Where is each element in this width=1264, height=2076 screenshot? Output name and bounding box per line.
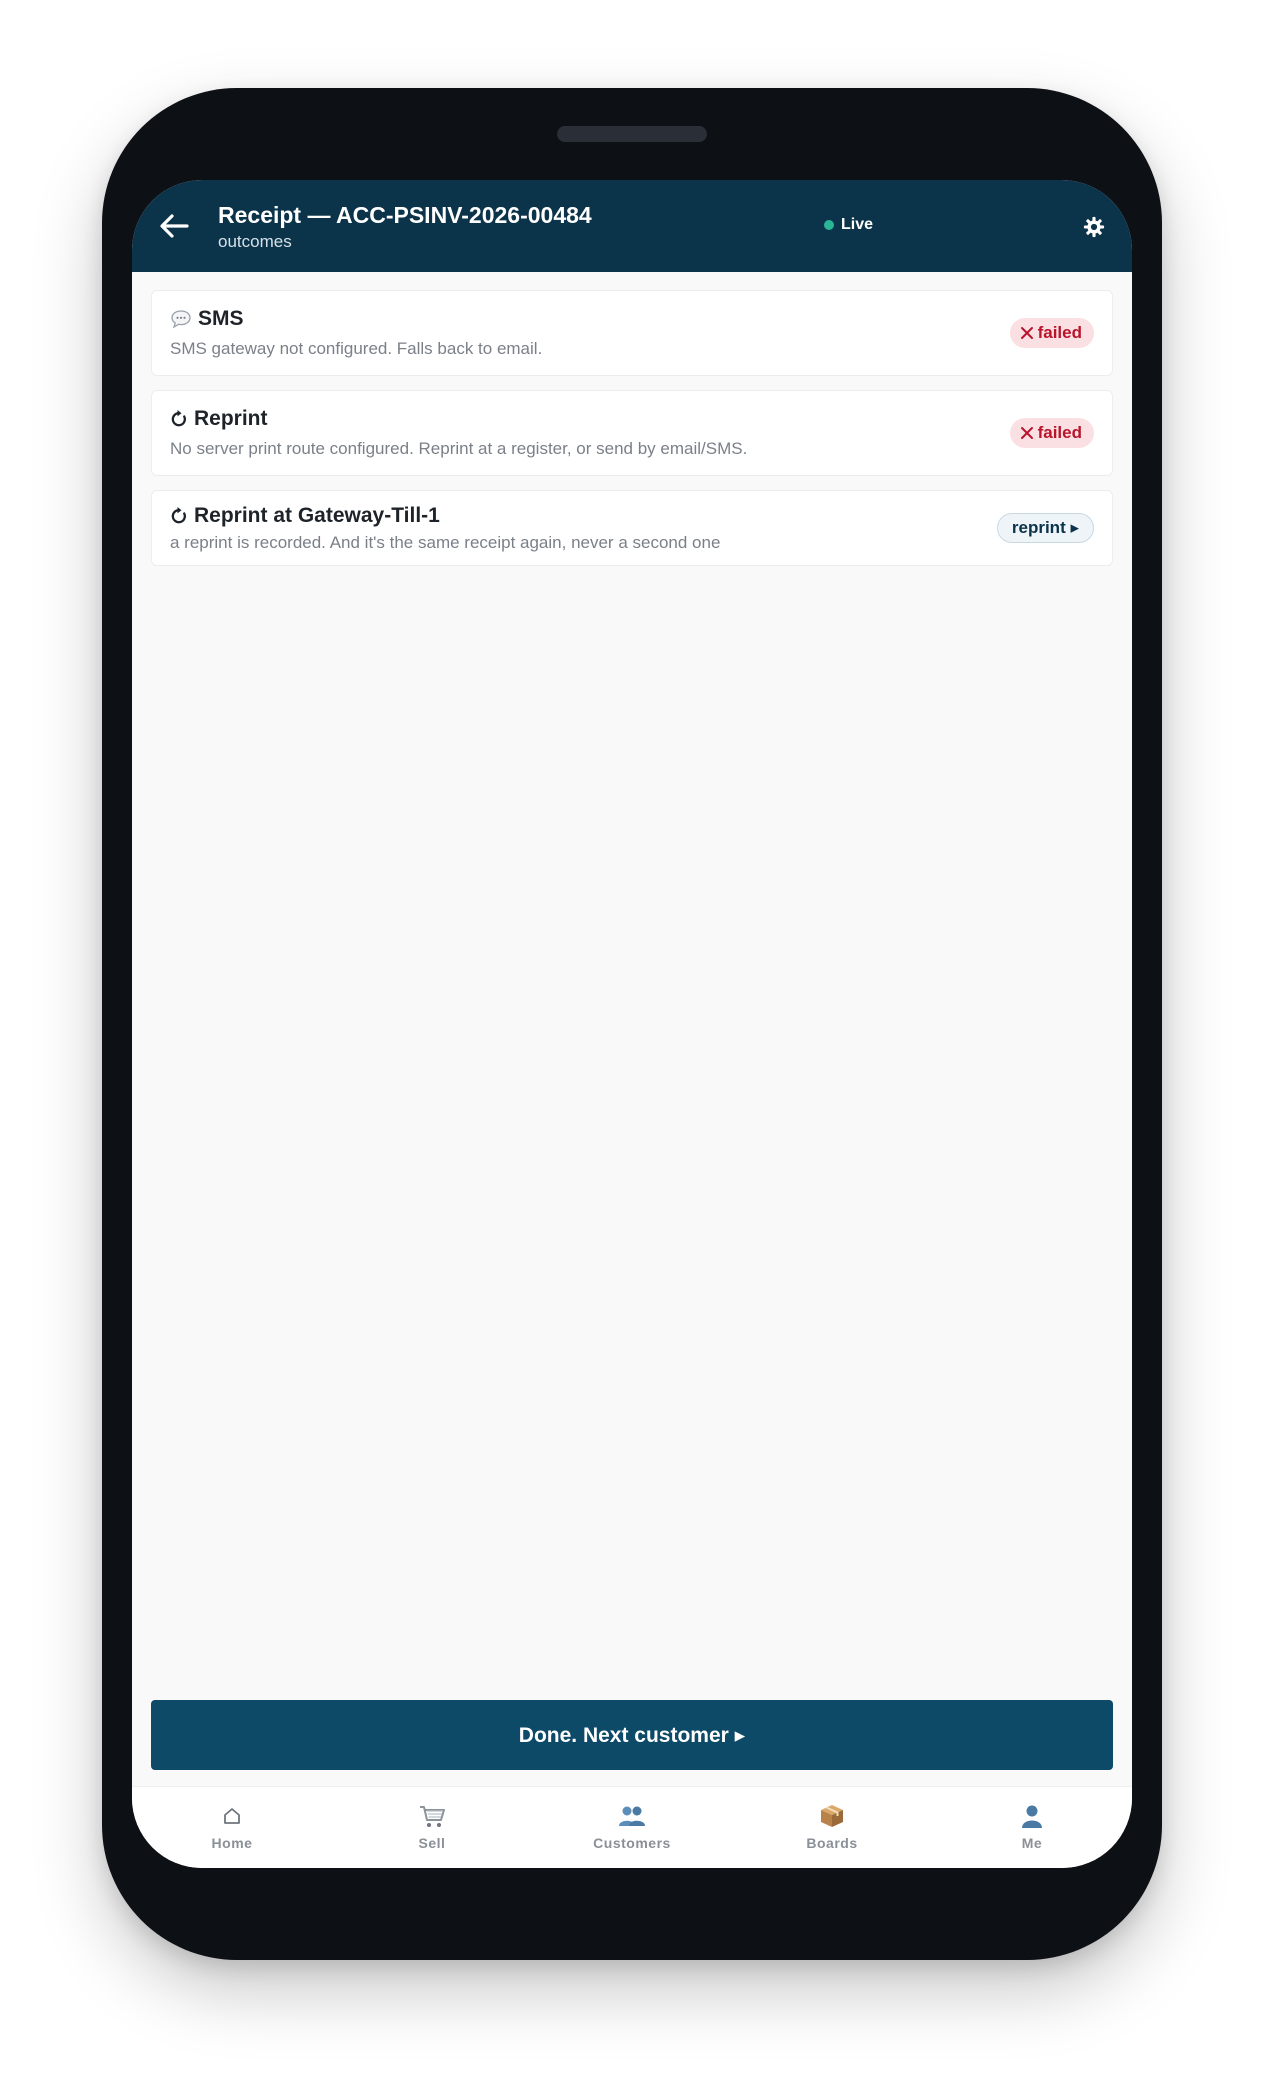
- nav-item-me[interactable]: Me: [972, 1801, 1092, 1851]
- card-title: SMS: [170, 307, 244, 331]
- refresh-icon: [171, 410, 186, 427]
- status-badge-failed: failed: [1009, 418, 1094, 448]
- live-status-label: Live: [841, 216, 874, 233]
- nav-item-home[interactable]: Home: [172, 1801, 292, 1851]
- speech-bubble-icon: [171, 310, 191, 329]
- card-description: SMS gateway not configured. Falls back t…: [170, 339, 543, 358]
- box-icon: [819, 1801, 845, 1831]
- card-description: No server print route configured. Reprin…: [170, 439, 748, 458]
- done-next-customer-button[interactable]: Done. Next customer ▸: [151, 1700, 1113, 1770]
- nav-item-boards[interactable]: Boards: [772, 1801, 892, 1851]
- cart-icon: [418, 1801, 446, 1831]
- settings-button[interactable]: [1072, 210, 1116, 244]
- gear-icon: [1083, 216, 1105, 238]
- x-icon: [1020, 327, 1033, 339]
- arrow-left-icon: [160, 214, 189, 238]
- nav-label: Sell: [418, 1835, 446, 1851]
- nav-item-sell[interactable]: Sell: [372, 1801, 492, 1851]
- app-screen: Receipt — ACC-PSINV-2026-00484 outcomes …: [132, 180, 1132, 1868]
- outcome-card-reprint: Reprint No server print route configured…: [151, 390, 1113, 476]
- card-title-label: SMS: [198, 307, 244, 330]
- nav-item-customers[interactable]: Customers: [572, 1801, 692, 1851]
- nav-label: Customers: [593, 1835, 671, 1851]
- card-title: Reprint at Gateway-Till-1: [170, 504, 440, 528]
- status-badge-label: failed: [1037, 323, 1082, 342]
- person-icon: [1019, 1801, 1045, 1831]
- card-title-label: Reprint: [194, 407, 268, 430]
- nav-label: Boards: [806, 1835, 858, 1851]
- nav-label: Me: [1021, 1835, 1043, 1851]
- status-badge-label: failed: [1037, 423, 1082, 442]
- speaker-grille: [557, 126, 707, 142]
- header-title-group: Receipt — ACC-PSINV-2026-00484 outcomes: [218, 202, 592, 252]
- bottom-nav: Home Sell Customers Boards Me: [132, 1786, 1132, 1868]
- x-icon: [1020, 427, 1033, 439]
- status-badge-failed: failed: [1009, 318, 1094, 348]
- outcome-card-sms: SMS SMS gateway not configured. Falls ba…: [151, 290, 1113, 376]
- card-title-label: Reprint at Gateway-Till-1: [194, 504, 440, 527]
- people-icon: [617, 1801, 647, 1831]
- nav-label: Home: [211, 1835, 253, 1851]
- reprint-button[interactable]: reprint ▸: [996, 513, 1094, 543]
- app-header: Receipt — ACC-PSINV-2026-00484 outcomes …: [132, 180, 1132, 272]
- home-icon: [222, 1801, 242, 1831]
- live-dot-icon: [824, 220, 834, 230]
- page-title: Receipt — ACC-PSINV-2026-00484: [218, 202, 592, 228]
- page-subtitle: outcomes: [218, 232, 292, 251]
- refresh-icon: [171, 507, 186, 524]
- card-description: a reprint is recorded. And it's the same…: [170, 533, 721, 552]
- outcome-card-reprint-till: Reprint at Gateway-Till-1 a reprint is r…: [151, 490, 1113, 566]
- live-status: Live: [824, 216, 873, 234]
- back-button[interactable]: [152, 204, 196, 248]
- phone-frame: Receipt — ACC-PSINV-2026-00484 outcomes …: [102, 88, 1162, 1960]
- card-title: Reprint: [170, 407, 268, 431]
